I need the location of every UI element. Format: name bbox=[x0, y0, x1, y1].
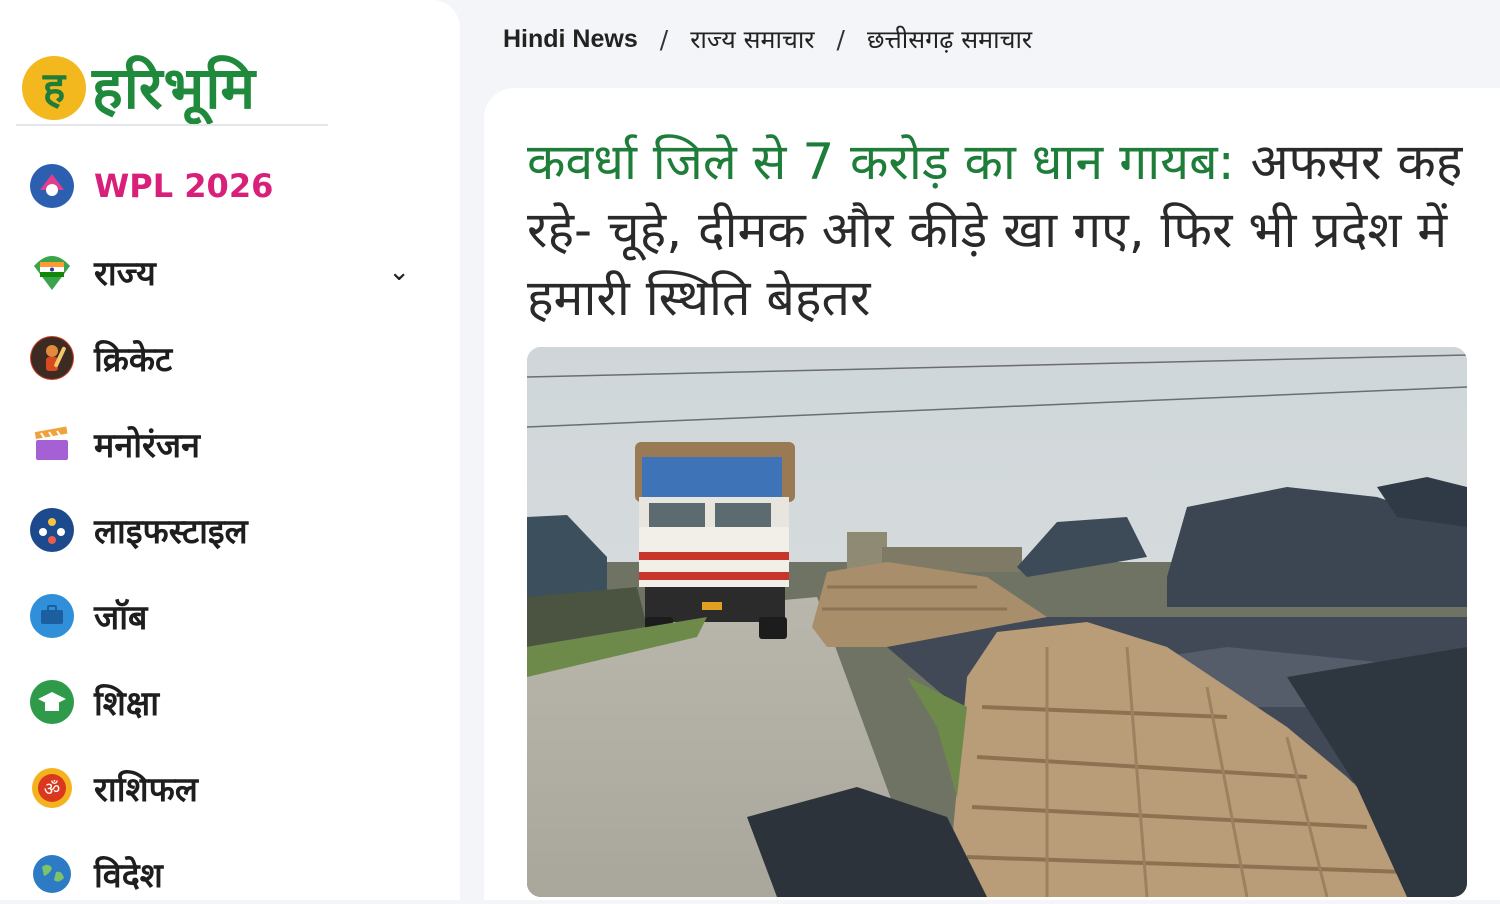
breadcrumb-separator: / bbox=[836, 24, 845, 54]
sidebar-item-label: राज्य bbox=[94, 254, 156, 294]
sidebar-item-label: राशिफल bbox=[94, 770, 198, 810]
logo-text: हरिभूमि bbox=[92, 54, 257, 122]
sidebar-item-label: जॉब bbox=[94, 598, 148, 638]
om-icon: ॐ bbox=[30, 766, 74, 810]
sidebar-item-label: क्रिकेट bbox=[94, 340, 173, 380]
sidebar-item-education[interactable]: शिक्षा bbox=[30, 672, 430, 732]
sidebar-item-label: विदेश bbox=[94, 856, 163, 896]
wpl-logo-icon bbox=[30, 164, 74, 208]
lifestyle-icon bbox=[30, 508, 74, 552]
cricket-player-icon bbox=[30, 336, 74, 380]
headline-highlight: कवर्धा जिले से 7 करोड़ का धान गायब: bbox=[527, 133, 1235, 191]
logo-divider bbox=[16, 124, 328, 126]
sidebar-item-lifestyle[interactable]: लाइफस्टाइल bbox=[30, 500, 430, 560]
site-logo[interactable]: ह हरिभूमि bbox=[22, 56, 256, 120]
clapperboard-icon bbox=[30, 422, 74, 466]
sidebar-item-label: लाइफस्टाइल bbox=[94, 512, 248, 552]
sidebar-item-jobs[interactable]: जॉब bbox=[30, 586, 430, 646]
paddy-storage-photo bbox=[527, 347, 1467, 897]
sidebar-item-states[interactable]: राज्य ⌄ bbox=[30, 242, 430, 302]
sidebar-item-entertainment[interactable]: मनोरंजन bbox=[30, 414, 430, 474]
sidebar-item-label: शिक्षा bbox=[94, 684, 160, 724]
globe-icon bbox=[30, 852, 74, 896]
breadcrumb: Hindi News / राज्य समाचार / छत्तीसगढ़ सम… bbox=[503, 22, 1032, 56]
education-icon bbox=[30, 680, 74, 724]
sidebar: ह हरिभूमि WPL 2026 राज्य ⌄ क्रिकेट मनोरं… bbox=[0, 0, 460, 900]
breadcrumb-state-news-link[interactable]: राज्य समाचार bbox=[690, 22, 814, 56]
breadcrumb-chhattisgarh-news-link[interactable]: छत्तीसगढ़ समाचार bbox=[867, 22, 1032, 56]
breadcrumb-separator: / bbox=[659, 24, 669, 54]
article-headline: कवर्धा जिले से 7 करोड़ का धान गायब: अफसर… bbox=[527, 128, 1467, 332]
sidebar-item-label: WPL 2026 bbox=[94, 167, 274, 205]
india-map-icon bbox=[30, 250, 74, 294]
sidebar-item-world[interactable]: विदेश bbox=[30, 844, 430, 904]
sidebar-item-wpl[interactable]: WPL 2026 bbox=[30, 156, 430, 216]
article-image[interactable] bbox=[527, 347, 1467, 897]
svg-text:ॐ: ॐ bbox=[44, 779, 60, 800]
sidebar-item-label: मनोरंजन bbox=[94, 426, 201, 466]
chevron-down-icon[interactable]: ⌄ bbox=[388, 257, 410, 287]
sidebar-item-cricket[interactable]: क्रिकेट bbox=[30, 328, 430, 388]
job-icon bbox=[30, 594, 74, 638]
sidebar-item-horoscope[interactable]: ॐ राशिफल bbox=[30, 758, 430, 818]
breadcrumb-home-link[interactable]: Hindi News bbox=[503, 25, 638, 54]
logo-badge-icon: ह bbox=[22, 56, 86, 120]
